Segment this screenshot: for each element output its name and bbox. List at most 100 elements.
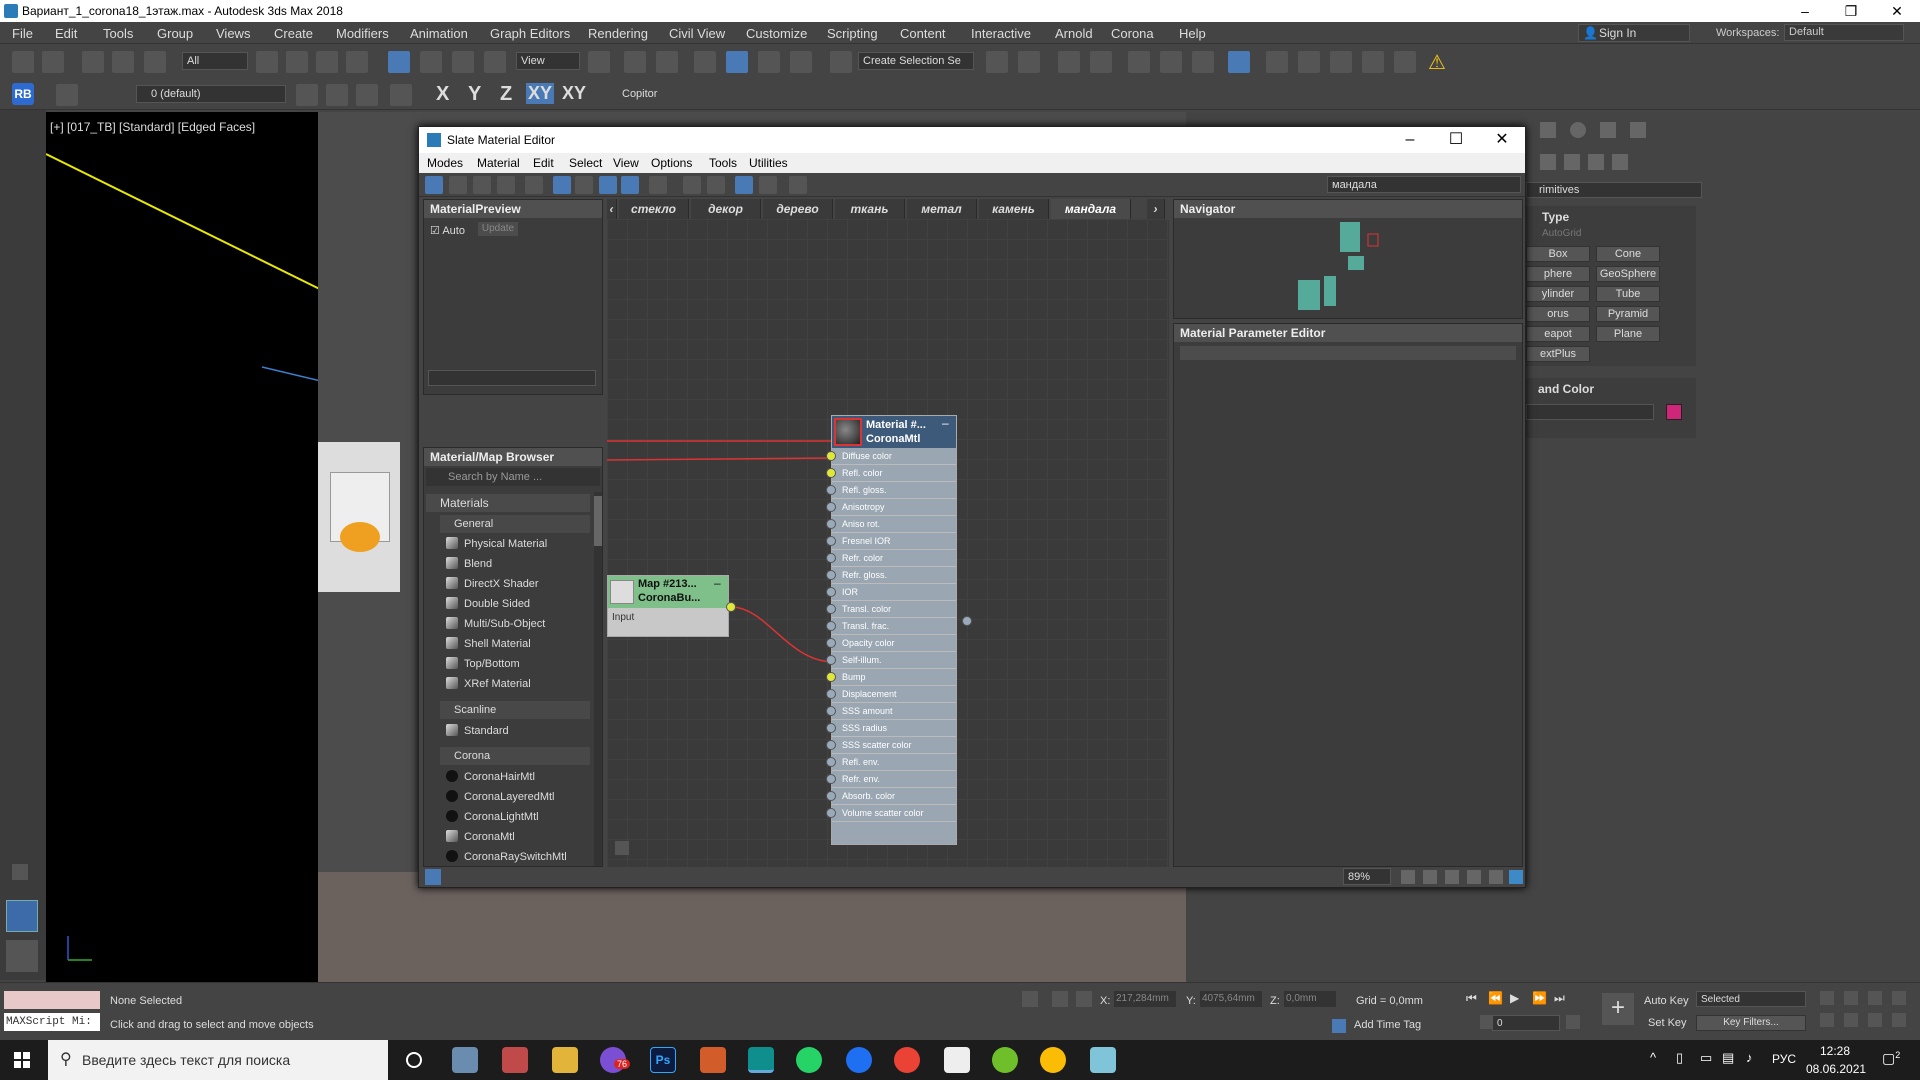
tab-metal[interactable]: метал xyxy=(907,199,977,219)
render-iterative-icon[interactable] xyxy=(1362,51,1384,73)
menu-content[interactable]: Content xyxy=(900,26,946,41)
browser-item-coronalightmtl[interactable]: CoronaLightMtl xyxy=(446,808,539,826)
slot-input-socket[interactable] xyxy=(826,604,836,614)
material-slot[interactable]: Refl. gloss. xyxy=(832,482,956,499)
sme-delete-icon[interactable] xyxy=(525,176,543,194)
browser-scroll-thumb[interactable] xyxy=(594,496,602,546)
sme-maximize-icon[interactable]: ☐ xyxy=(1433,127,1479,153)
create-layer-icon[interactable] xyxy=(296,84,318,106)
tab-tkan[interactable]: ткань xyxy=(835,199,905,219)
align-icon[interactable] xyxy=(1018,51,1040,73)
material-slot[interactable]: Refr. env. xyxy=(832,771,956,788)
map-node-header[interactable]: Map #213... CoronaBu... – xyxy=(608,576,728,608)
undo-icon[interactable] xyxy=(12,51,34,73)
axis-xyz-button[interactable]: XY xyxy=(562,83,586,104)
zoom-nav-icon[interactable] xyxy=(1820,991,1834,1005)
sme-menu-options[interactable]: Options xyxy=(651,156,692,170)
cone-button[interactable]: Cone xyxy=(1596,246,1660,262)
z-coordinate-field[interactable]: 0,0mm xyxy=(1284,991,1336,1007)
slot-input-socket[interactable] xyxy=(826,791,836,801)
tray-chevron-icon[interactable]: ^ xyxy=(1650,1050,1656,1065)
material-slot[interactable]: Transl. frac. xyxy=(832,618,956,635)
material-slot[interactable]: Fresnel IOR xyxy=(832,533,956,550)
tab-kamen[interactable]: камень xyxy=(979,199,1049,219)
add-to-layer-icon[interactable] xyxy=(356,84,378,106)
menu-tools[interactable]: Tools xyxy=(103,26,133,41)
zoom-dropdown[interactable]: 89% xyxy=(1343,868,1391,885)
app-icon-2[interactable] xyxy=(700,1047,726,1073)
single-viewport-layout-icon[interactable] xyxy=(6,900,38,932)
box-button[interactable]: Box xyxy=(1526,246,1590,262)
material-slot[interactable]: Refr. gloss. xyxy=(832,567,956,584)
play-icon[interactable]: ▶ xyxy=(1510,991,1519,1005)
helpers-icon[interactable] xyxy=(1564,154,1580,170)
quad-viewport-layout-icon[interactable] xyxy=(6,940,38,972)
sme-show-map-icon[interactable] xyxy=(599,176,617,194)
sme-select-tool-icon[interactable] xyxy=(425,176,443,194)
chrome-2-icon[interactable] xyxy=(1040,1047,1066,1073)
material-slot[interactable]: Refl. color xyxy=(832,465,956,482)
close-icon[interactable]: ✕ xyxy=(1874,0,1920,22)
sme-show-background-icon[interactable] xyxy=(621,176,639,194)
layer-explorer-icon[interactable] xyxy=(1090,51,1112,73)
slot-input-socket[interactable] xyxy=(826,536,836,546)
material-slot[interactable]: SSS radius xyxy=(832,720,956,737)
auto-key-button[interactable]: Auto Key xyxy=(1644,995,1689,1007)
layer-stack-icon[interactable] xyxy=(326,84,348,106)
sme-lay-out-all-icon[interactable] xyxy=(683,176,701,194)
slot-input-socket[interactable] xyxy=(826,468,836,478)
curve-editor-icon[interactable] xyxy=(1128,51,1150,73)
material-slot[interactable]: Refl. env. xyxy=(832,754,956,771)
teamviewer-icon[interactable] xyxy=(846,1047,872,1073)
tab-steklo[interactable]: стекло xyxy=(619,199,689,219)
torus-button[interactable]: orus xyxy=(1526,306,1590,322)
map-node[interactable]: Map #213... CoronaBu... – Input xyxy=(607,575,736,637)
slot-input-socket[interactable] xyxy=(826,553,836,563)
sign-in-dropdown[interactable]: 👤 Sign In xyxy=(1578,24,1690,42)
browser-item-coronahairmtl[interactable]: CoronaHairMtl xyxy=(446,768,535,786)
sme-menu-tools[interactable]: Tools xyxy=(709,156,737,170)
volume-icon[interactable]: ♪ xyxy=(1746,1050,1753,1065)
zoom-icon[interactable] xyxy=(1423,870,1437,884)
render-gallery-icon[interactable] xyxy=(1394,51,1416,73)
workspaces-dropdown[interactable]: Default xyxy=(1784,24,1904,41)
layer-dropdown[interactable]: 0 (default) xyxy=(136,85,286,103)
slot-input-socket[interactable] xyxy=(826,587,836,597)
printer-icon[interactable]: ▤ xyxy=(1722,1050,1734,1066)
browser-item-multi-sub-object[interactable]: Multi/Sub-Object xyxy=(446,615,545,633)
named-selection-set-dropdown[interactable]: Create Selection Se xyxy=(858,52,974,70)
maximize-viewport-nav-icon[interactable] xyxy=(1892,1013,1906,1027)
key-filters-button[interactable]: Key Filters... xyxy=(1696,1015,1806,1031)
pan-icon[interactable] xyxy=(1401,870,1415,884)
sme-material-map-browser-icon[interactable] xyxy=(735,176,753,194)
slot-input-socket[interactable] xyxy=(826,808,836,818)
tube-button[interactable]: Tube xyxy=(1596,286,1660,302)
autogrid-checkbox[interactable]: AutoGrid xyxy=(1542,228,1581,239)
browser-search-input[interactable]: Search by Name ... xyxy=(426,468,600,486)
select-rotate-icon[interactable] xyxy=(420,51,442,73)
viewport-label[interactable]: [+] [017_TB] [Standard] [Edged Faces] xyxy=(50,120,255,134)
plane-button[interactable]: Plane xyxy=(1596,326,1660,342)
menu-views[interactable]: Views xyxy=(216,26,250,41)
minimize-icon[interactable]: – xyxy=(1782,0,1828,22)
axis-z-button[interactable]: Z xyxy=(500,83,512,106)
app-icon-3[interactable] xyxy=(1090,1047,1116,1073)
cameras-icon[interactable] xyxy=(1540,154,1556,170)
set-key-icon[interactable]: + xyxy=(1602,993,1634,1025)
key-selection-dropdown[interactable]: Selected xyxy=(1696,991,1806,1007)
sme-move-children-icon[interactable] xyxy=(553,176,571,194)
rb-button[interactable]: RB xyxy=(12,83,34,105)
sme-menu-material[interactable]: Material xyxy=(477,156,520,170)
y-coordinate-field[interactable]: 4075,64mm xyxy=(1200,991,1262,1007)
photoshop-icon[interactable]: Ps xyxy=(650,1047,676,1073)
copitor-label[interactable]: Copitor xyxy=(622,88,657,100)
pan-nav-icon[interactable] xyxy=(1844,1013,1858,1027)
restore-icon[interactable]: ❐ xyxy=(1828,0,1874,22)
menu-graph-editors[interactable]: Graph Editors xyxy=(490,26,570,41)
material-slot[interactable]: Self-illum. xyxy=(832,652,956,669)
material-node-header[interactable]: Material #... CoronaMtl – xyxy=(832,416,956,448)
place-icon[interactable] xyxy=(484,51,506,73)
next-frame-icon[interactable]: ⏩ xyxy=(1532,991,1547,1005)
sme-minimize-icon[interactable]: – xyxy=(1387,127,1433,153)
scanline-group[interactable]: Scanline xyxy=(440,701,590,719)
